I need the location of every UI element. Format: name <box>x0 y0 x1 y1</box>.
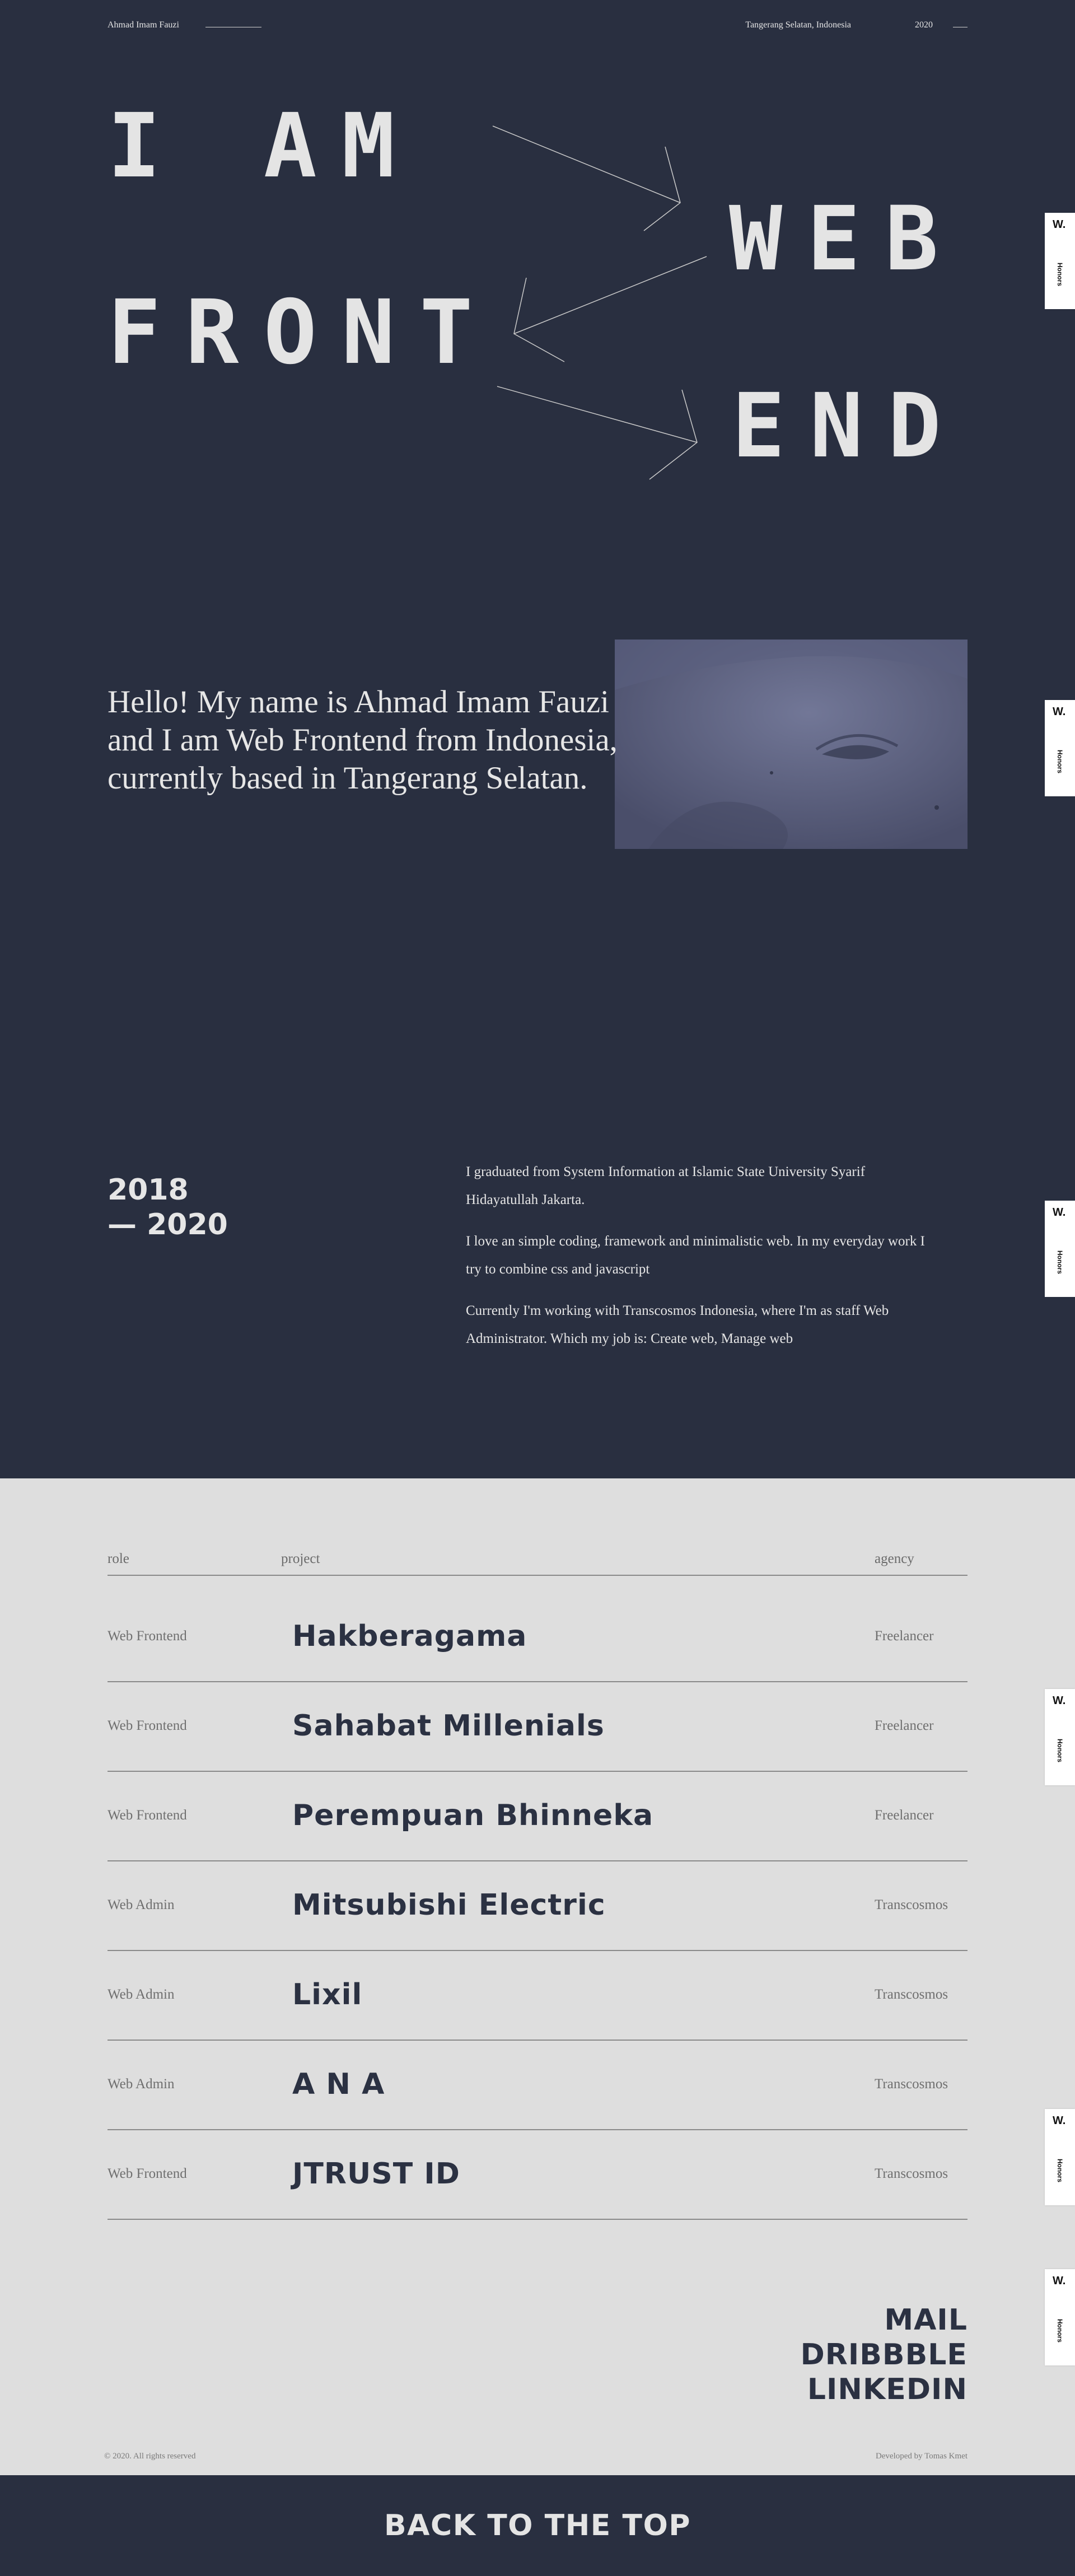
badge-logo: W. <box>1053 218 1066 231</box>
year-end: — 2020 <box>108 1208 228 1242</box>
year-start: 2018 <box>108 1173 189 1207</box>
projects-table-header: role project agency <box>108 1551 968 1576</box>
years-range: 2018 — 2020 <box>108 1173 228 1242</box>
dribbble-link[interactable]: DRIBBBLE <box>801 2337 968 2372</box>
row-project[interactable]: JTRUST ID <box>292 2157 460 2191</box>
honors-badge[interactable]: W. Honors <box>1045 2109 1075 2205</box>
portrait-closeup <box>615 640 968 849</box>
hero-arrows <box>492 125 707 480</box>
row-project[interactable]: Perempuan Bhinneka <box>292 1799 653 1832</box>
badge-logo: W. <box>1053 1695 1066 1707</box>
table-row[interactable]: Web Admin Mitsubishi Electric Transcosmo… <box>108 1861 968 1951</box>
badge-label: Honors <box>1056 1739 1064 1762</box>
row-agency: Transcosmos <box>875 2076 948 2092</box>
copyright-text: © 2020. All rights reserved <box>104 2452 196 2461</box>
row-role: Web Frontend <box>108 1808 187 1823</box>
intro-text: Hello! My name is Ahmad Imam Fauzi and I… <box>108 684 618 796</box>
row-agency: Freelancer <box>875 1628 934 1644</box>
row-agency: Freelancer <box>875 1718 934 1733</box>
back-to-top-button[interactable]: BACK TO THE TOP <box>0 2475 1075 2576</box>
badge-logo: W. <box>1053 706 1066 718</box>
row-role: Web Admin <box>108 1897 175 1912</box>
badge-label: Honors <box>1056 2159 1064 2182</box>
row-project[interactable]: Sahabat Millenials <box>292 1709 605 1743</box>
col-agency: agency <box>875 1551 914 1566</box>
badge-label: Honors <box>1056 750 1064 773</box>
row-agency: Freelancer <box>875 1808 934 1823</box>
badge-logo: W. <box>1053 2275 1066 2287</box>
bio-paragraph: I love an simple coding, framework and m… <box>466 1234 925 1277</box>
table-row[interactable]: Web Admin A N A Transcosmos <box>108 2041 968 2130</box>
badge-label: Honors <box>1056 263 1064 286</box>
mail-link[interactable]: MAIL <box>801 2303 968 2337</box>
table-row[interactable]: Web Frontend Perempuan Bhinneka Freelanc… <box>108 1772 968 1861</box>
row-role: Web Frontend <box>108 2166 187 2181</box>
row-agency: Transcosmos <box>875 2166 948 2181</box>
row-role: Web Admin <box>108 1987 175 2002</box>
table-row[interactable]: Web Frontend Hakberagama Freelancer <box>108 1593 968 1682</box>
badge-label: Honors <box>1056 1250 1064 1274</box>
arrow-to-end <box>497 386 698 480</box>
col-role: role <box>108 1551 129 1566</box>
developer-credit: Developed by Tomas Kmet <box>875 2452 968 2461</box>
honors-badge[interactable]: W. Honors <box>1045 1201 1075 1297</box>
badge-logo: W. <box>1053 2115 1066 2127</box>
table-row[interactable]: Web Frontend Sahabat Millenials Freelanc… <box>108 1682 968 1772</box>
table-row[interactable]: Web Admin Lixil Transcosmos <box>108 1951 968 2041</box>
bio: I graduated from System Information at I… <box>466 1158 925 1366</box>
table-row[interactable]: Web Frontend JTRUST ID Transcosmos <box>108 2130 968 2220</box>
honors-badge[interactable]: W. Honors <box>1045 2269 1075 2365</box>
contact-links: MAIL DRIBBBLE LINKEDIN <box>801 2303 968 2407</box>
row-project[interactable]: Mitsubishi Electric <box>292 1888 606 1922</box>
badge-logo: W. <box>1053 1206 1066 1219</box>
row-project[interactable]: Lixil <box>292 1978 362 2012</box>
arrow-to-front <box>513 256 707 362</box>
row-agency: Transcosmos <box>875 1987 948 2002</box>
arrow-to-web <box>492 125 681 231</box>
portrait-photo <box>615 640 968 849</box>
linkedin-link[interactable]: LINKEDIN <box>801 2372 968 2407</box>
row-role: Web Frontend <box>108 1718 187 1733</box>
badge-label: Honors <box>1056 2319 1064 2342</box>
row-role: Web Admin <box>108 2076 175 2092</box>
col-project: project <box>281 1551 320 1566</box>
honors-badge[interactable]: W. Honors <box>1045 1689 1075 1785</box>
row-agency: Transcosmos <box>875 1897 948 1912</box>
row-project[interactable]: Hakberagama <box>292 1620 527 1653</box>
bio-paragraph: I graduated from System Information at I… <box>466 1164 866 1207</box>
row-role: Web Frontend <box>108 1628 187 1644</box>
honors-badge[interactable]: W. Honors <box>1045 213 1075 309</box>
bio-paragraph: Currently I'm working with Transcosmos I… <box>466 1303 889 1346</box>
honors-badge[interactable]: W. Honors <box>1045 700 1075 796</box>
row-project[interactable]: A N A <box>292 2068 385 2101</box>
